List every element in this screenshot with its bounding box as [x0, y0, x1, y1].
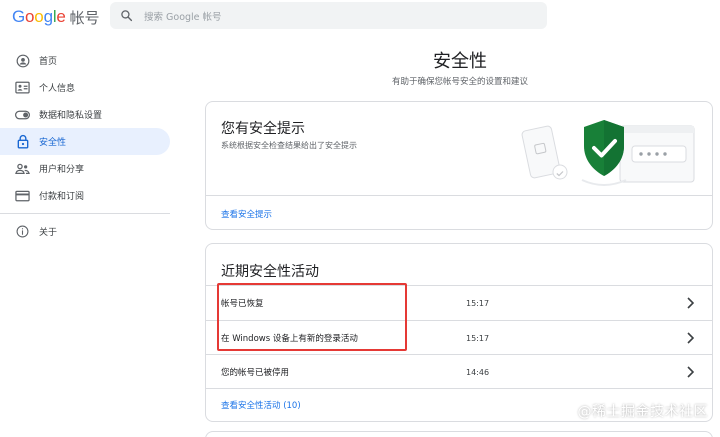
- lock-icon: [15, 134, 30, 149]
- chevron-right-icon: [687, 366, 694, 378]
- card-divider: [206, 195, 712, 196]
- recent-security-activity-card: 近期安全性活动 帐号已恢复 15:17 在 Windows 设备上有新的登录活动…: [205, 243, 713, 422]
- watermark: @稀土掘金技术社区: [577, 404, 708, 420]
- logo-letter: G: [12, 7, 26, 26]
- activity-row[interactable]: 在 Windows 设备上有新的登录活动 15:17: [206, 321, 712, 355]
- logo-letter: o: [25, 7, 35, 26]
- security-tips-card: 您有安全提示 系统根据安全检查结果给出了安全提示 查看安全提示: [205, 101, 713, 230]
- toggle-icon: [15, 107, 30, 122]
- sidebar-item-data-privacy[interactable]: 数据和隐私设置: [0, 101, 170, 128]
- activity-row[interactable]: 您的帐号已被停用 14:46: [206, 355, 712, 389]
- sidebar-item-security[interactable]: 安全性: [0, 128, 170, 155]
- sidebar-item-people-sharing[interactable]: 用户和分享: [0, 155, 170, 182]
- search-icon: [121, 10, 133, 22]
- sidebar-item-label: 关于: [39, 228, 58, 238]
- sidebar-divider: [0, 213, 170, 214]
- sidebar-item-payments[interactable]: 付款和订阅: [0, 182, 170, 209]
- activity-time: 14:46: [466, 367, 490, 377]
- logo-letter: o: [34, 7, 44, 26]
- activity-row[interactable]: 帐号已恢复 15:17: [206, 286, 712, 320]
- search-bar[interactable]: 搜索 Google 帐号: [110, 2, 547, 29]
- info-icon: [15, 224, 30, 239]
- sidebar-item-about[interactable]: 关于: [0, 218, 170, 245]
- sidebar-item-label: 个人信息: [39, 84, 76, 94]
- sidebar-item-personal-info[interactable]: 个人信息: [0, 74, 170, 101]
- sidebar-item-label: 首页: [39, 57, 58, 67]
- credit-card-icon: [15, 188, 30, 203]
- sidebar-item-home[interactable]: 首页: [0, 47, 170, 74]
- card-divider: [206, 388, 712, 389]
- sidebar-item-label: 安全性: [39, 138, 67, 148]
- chevron-right-icon: [687, 332, 694, 344]
- activity-time: 15:17: [466, 333, 490, 343]
- tips-card-title: 您有安全提示: [221, 121, 305, 137]
- activity-label: 帐号已恢复: [221, 299, 264, 309]
- home-icon: [15, 53, 30, 68]
- sidebar-item-label: 用户和分享: [39, 165, 85, 175]
- activity-label: 在 Windows 设备上有新的登录活动: [221, 334, 358, 344]
- activity-label: 您的帐号已被停用: [221, 368, 290, 378]
- person-card-icon: [15, 80, 30, 95]
- google-account-logo[interactable]: Google 帐号: [12, 6, 99, 28]
- page-title: 安全性: [433, 51, 487, 72]
- view-security-tips-link[interactable]: 查看安全提示: [221, 208, 272, 220]
- search-input[interactable]: 搜索 Google 帐号: [144, 9, 222, 23]
- sidebar-item-label: 付款和订阅: [39, 192, 85, 202]
- people-icon: [15, 161, 30, 176]
- view-security-activity-link[interactable]: 查看安全性活动 (10): [221, 399, 301, 411]
- chevron-right-icon: [687, 297, 694, 309]
- activity-time: 15:17: [466, 298, 490, 308]
- security-illustration: [521, 120, 695, 186]
- sidebar-nav: 首页 个人信息 数据和隐私设置 安全性 用户和分享 付款和订阅 关于: [0, 47, 170, 245]
- next-card-edge: [205, 431, 713, 437]
- sidebar-item-label: 数据和隐私设置: [39, 111, 103, 121]
- tips-card-description: 系统根据安全检查结果给出了安全提示: [221, 141, 357, 150]
- logo-letter: e: [56, 7, 66, 26]
- logo-letter: g: [43, 7, 53, 26]
- activity-card-title: 近期安全性活动: [221, 264, 319, 280]
- page-subtitle: 有助于确保您帐号安全的设置和建议: [391, 77, 528, 87]
- product-name: 帐号: [69, 8, 100, 27]
